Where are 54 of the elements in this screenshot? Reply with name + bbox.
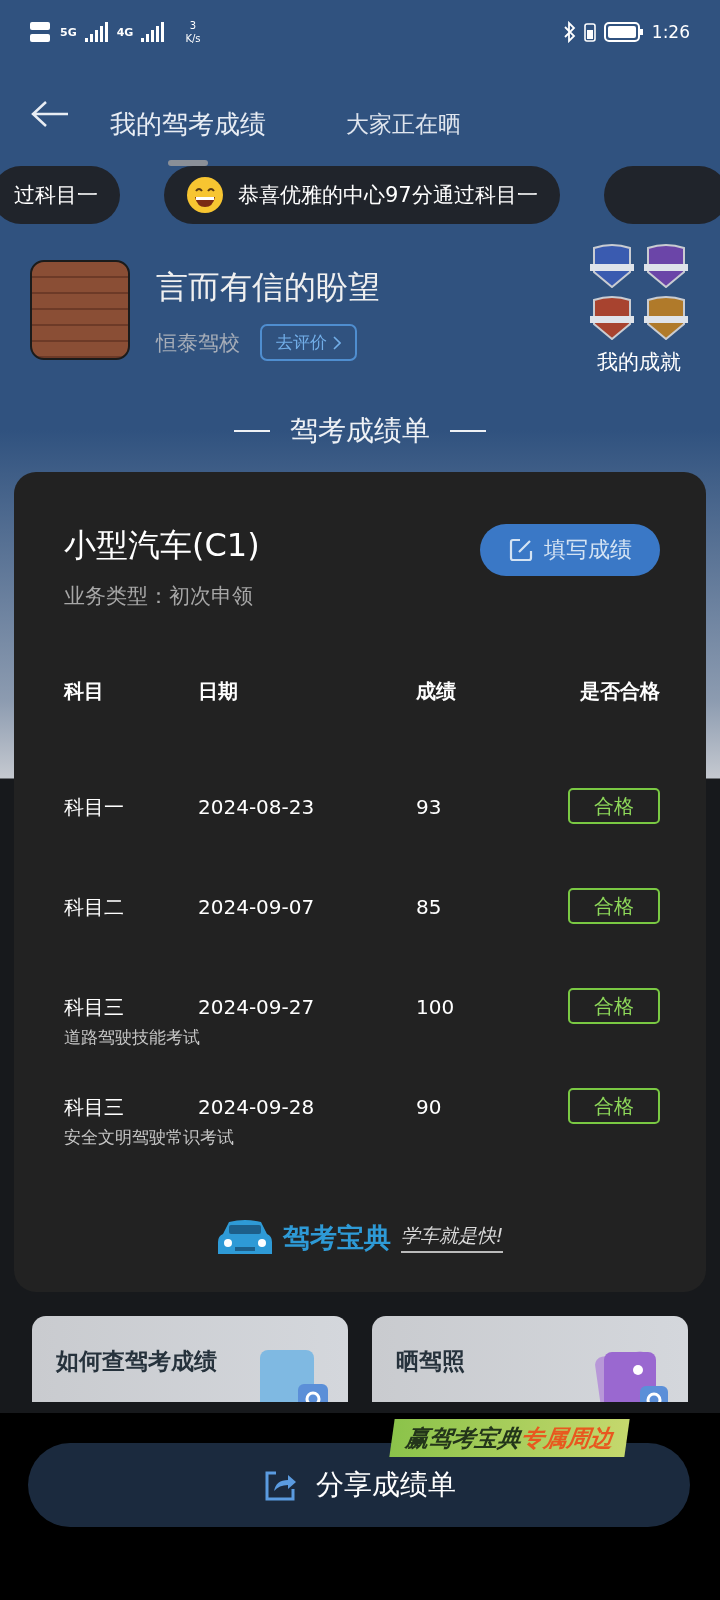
result-tag: 合格	[568, 988, 660, 1024]
edit-icon	[508, 537, 534, 563]
ticker-text: 恭喜优雅的中心97分通过科目一	[238, 182, 538, 209]
date-cell-text: 2024-09-27	[198, 994, 316, 1021]
column-header: 成绩	[416, 678, 457, 705]
speed-unit: K/s	[185, 32, 201, 45]
back-arrow-icon[interactable]	[30, 99, 70, 129]
subject-cell-text: 科目二	[64, 893, 125, 921]
subject-cell-text: 科目一	[64, 793, 125, 821]
signal-icon	[84, 22, 109, 42]
shortcut-card[interactable]: 如何查驾考成绩	[32, 1316, 348, 1402]
shortcut-card[interactable]: 晒驾照	[372, 1316, 688, 1402]
score-cell-text: 93	[416, 794, 443, 821]
license-type: 小型汽车(C1)	[64, 525, 260, 566]
bluetooth-icon	[563, 21, 576, 43]
date-cell-text: 2024-09-07	[198, 894, 316, 921]
promo-banner[interactable]: 赢驾考宝典专属周边	[389, 1419, 630, 1457]
smiley-icon	[186, 176, 224, 214]
network-label: 4G	[116, 25, 134, 39]
score-cell-text: 90	[416, 1094, 443, 1121]
achievements-link[interactable]: 我的成就	[597, 348, 681, 376]
result-tag: 合格	[568, 888, 660, 924]
date-cell-text: 2024-08-23	[198, 794, 316, 821]
fill-score-button[interactable]: 填写成绩	[480, 524, 660, 576]
column-header: 是否合格	[579, 678, 660, 705]
battery-icon	[603, 21, 644, 43]
school-name: 恒泰驾校	[156, 329, 240, 357]
brand-name: 驾考宝典	[282, 1221, 391, 1255]
vibrate-icon	[583, 21, 596, 43]
business-type: 业务类型：初次申领	[64, 583, 254, 610]
column-header: 日期	[198, 678, 239, 705]
score-cell-text: 85	[416, 894, 443, 921]
result-tag: 合格	[568, 788, 660, 824]
speed-value: 3	[189, 19, 197, 32]
ticker-pill: 过科目一	[0, 166, 120, 224]
score-cell-text: 100	[416, 994, 456, 1021]
exam-note: 道路驾驶技能考试	[64, 1026, 201, 1049]
chevron-right-icon	[333, 335, 341, 350]
tab[interactable]: 大家正在晒	[346, 86, 461, 166]
section-title: 驾考成绩单	[290, 413, 430, 449]
clock: 1:26	[651, 22, 690, 42]
result-tag: 合格	[568, 1088, 660, 1124]
user-name: 言而有信的盼望	[156, 267, 380, 308]
column-header: 科目	[64, 678, 105, 705]
shortcut-label: 如何查驾考成绩	[56, 1346, 217, 1376]
brand-slogan: 学车就是快!	[400, 1223, 504, 1253]
tab[interactable]: 我的驾考成绩	[110, 84, 266, 168]
signal-icon	[141, 22, 166, 42]
exam-note: 安全文明驾驶常识考试	[64, 1126, 235, 1149]
shortcut-label: 晒驾照	[396, 1346, 465, 1376]
subject-cell-text: 科目三	[64, 1093, 125, 1121]
network-label: 5G	[60, 25, 77, 39]
subject-cell-text: 科目三	[64, 993, 125, 1021]
date-cell-text: 2024-09-28	[198, 1094, 316, 1121]
